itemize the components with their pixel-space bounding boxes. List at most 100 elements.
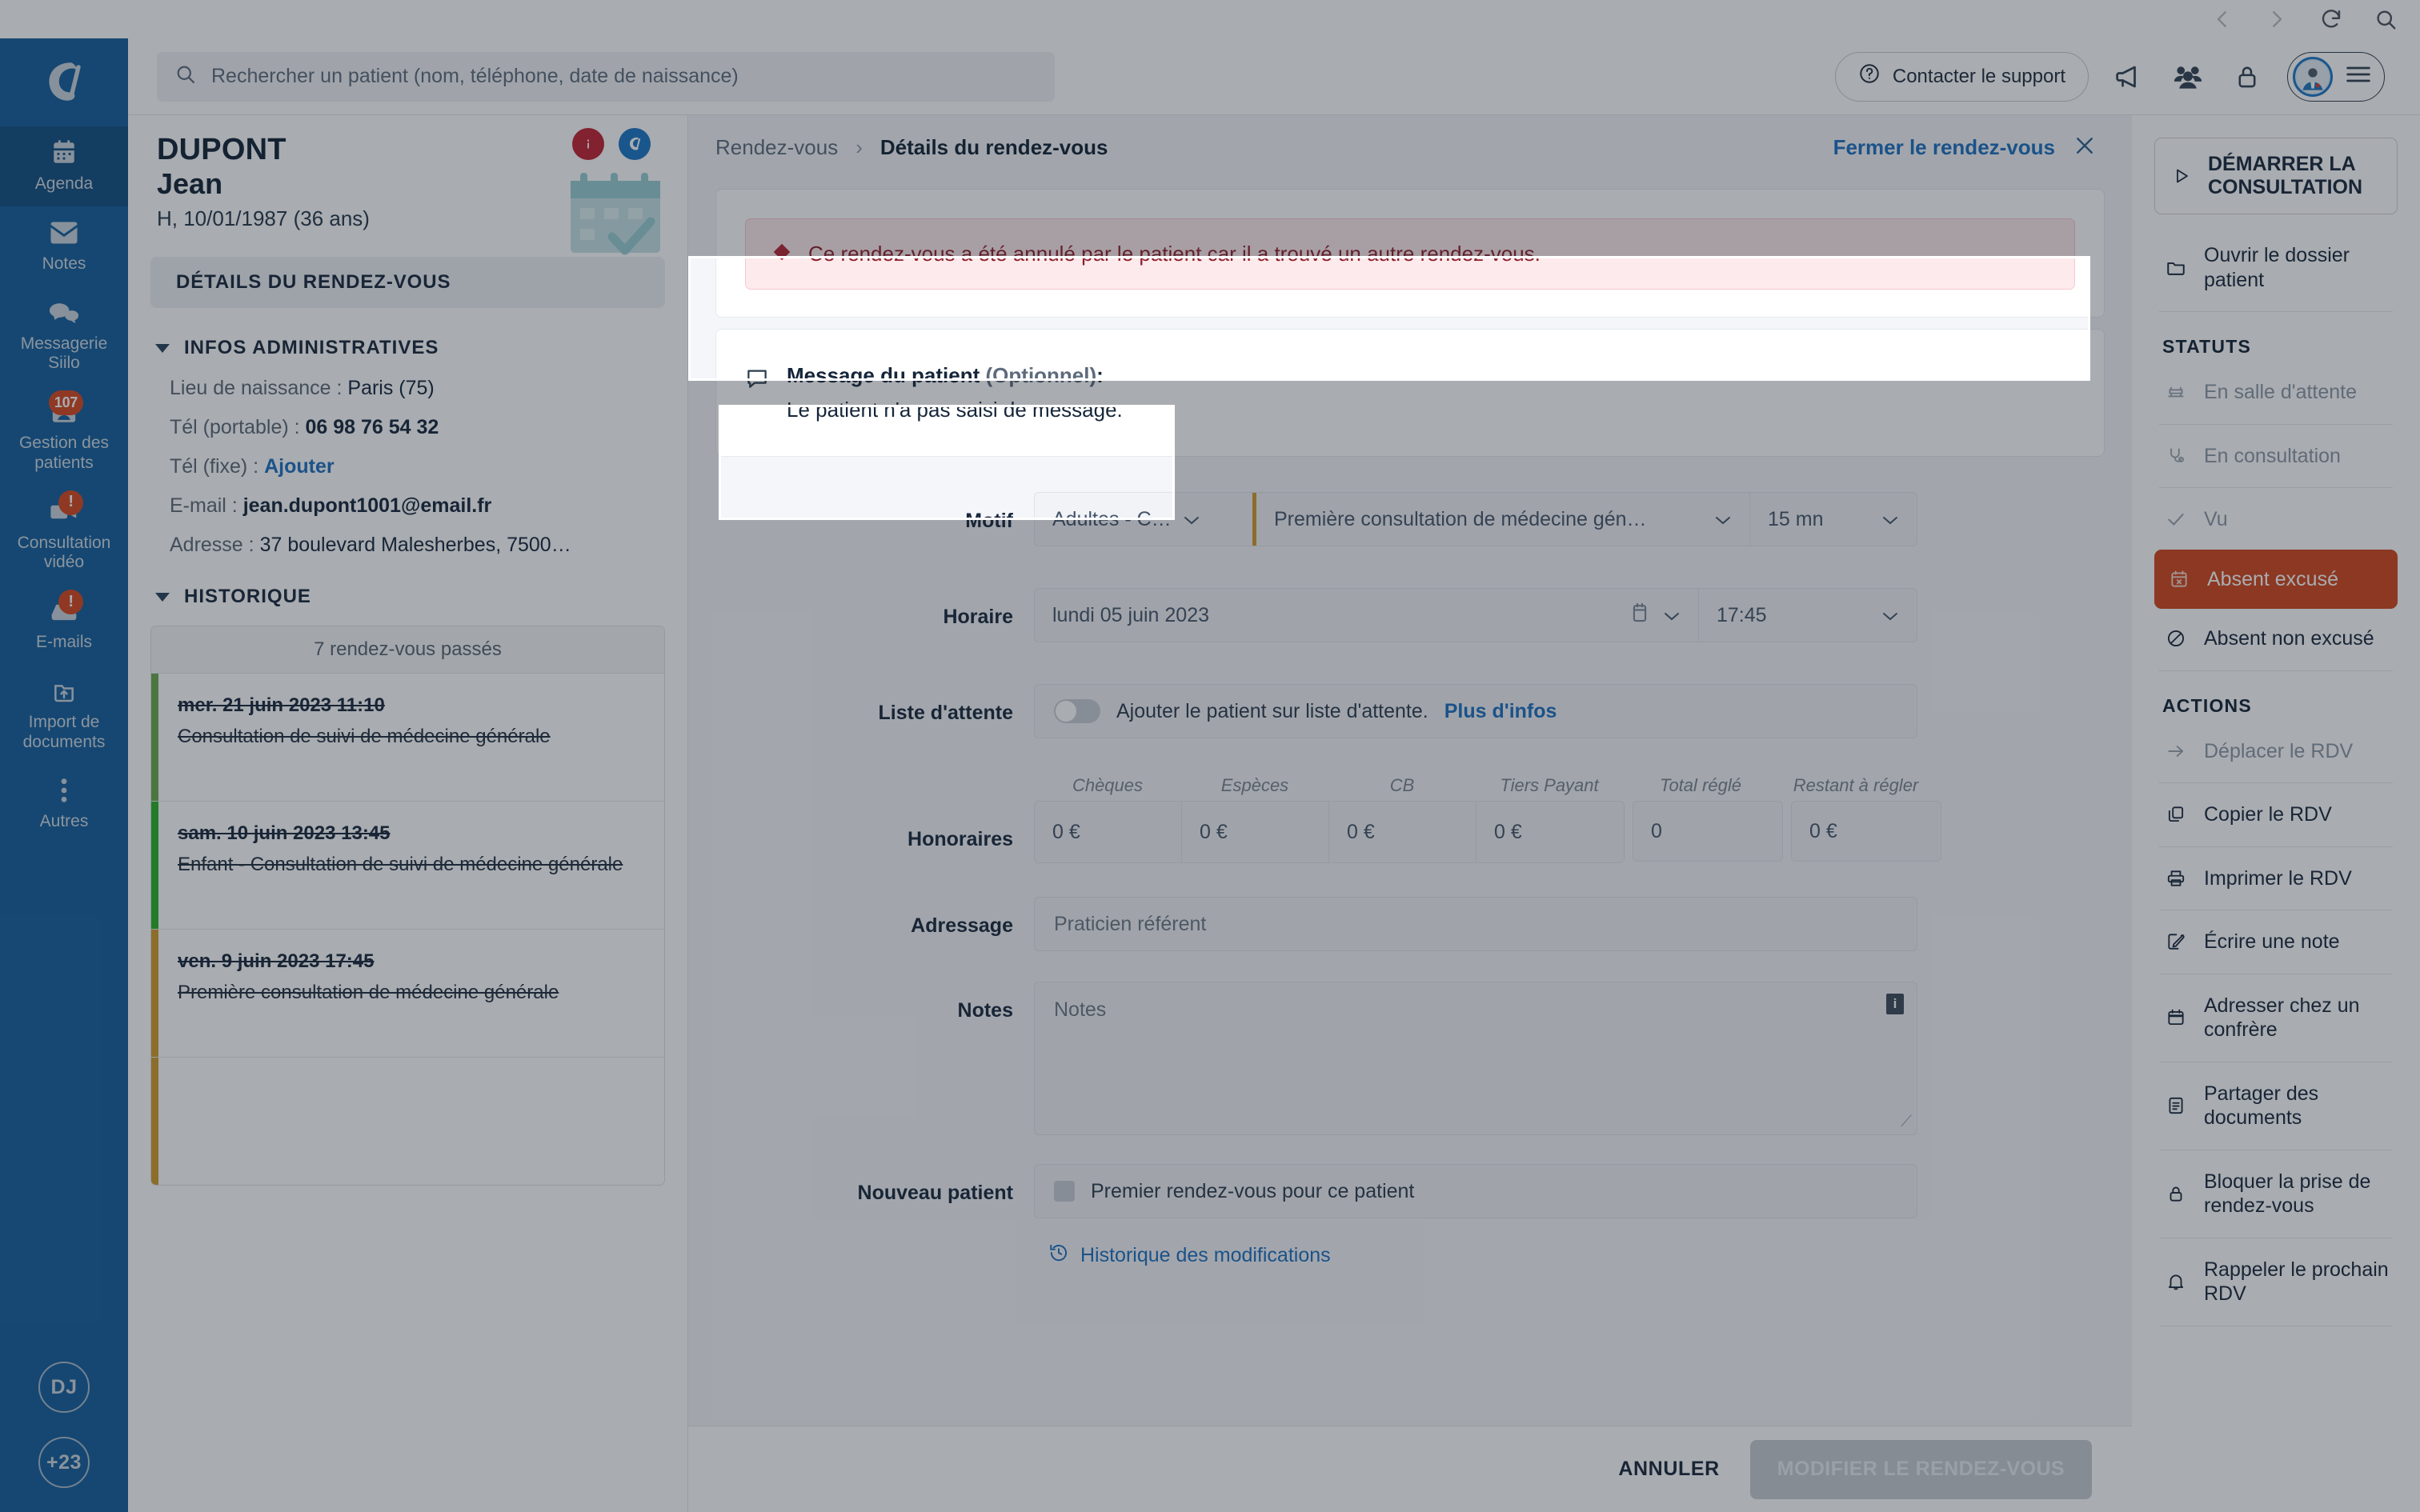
info-icon[interactable]: i: [1886, 994, 1904, 1014]
breadcrumb-parent[interactable]: Rendez-vous: [715, 135, 838, 160]
appointment-history-list: 7 rendez-vous passés mer. 21 juin 2023 1…: [150, 626, 665, 1186]
list-item[interactable]: sam. 10 juin 2023 13:45 Enfant - Consult…: [151, 801, 664, 930]
divider: [2159, 782, 2393, 783]
submit-button[interactable]: MODIFIER LE RENDEZ-VOUS: [1749, 1439, 2092, 1499]
input-especes[interactable]: 0 €: [1182, 802, 1329, 862]
sidebar-badge: !: [58, 490, 83, 515]
history-count-label: 7 rendez-vous passés: [151, 626, 664, 674]
action-bloquer-la-prise-de-rendez-vous[interactable]: Bloquer la prise de rendez-vous: [2154, 1152, 2398, 1236]
sidebar-item-autres[interactable]: Autres: [0, 764, 128, 844]
action-label: Déplacer le RDV: [2204, 739, 2354, 762]
action-label: Copier le RDV: [2204, 803, 2332, 826]
status-en-consultation[interactable]: En consultation: [2154, 426, 2398, 486]
motif-duration-select[interactable]: 15 mn: [1750, 493, 1917, 546]
back-arrow-icon[interactable]: [2209, 6, 2236, 33]
horaire-date-picker[interactable]: lundi 05 juin 2023: [1035, 589, 1698, 642]
history-body: [158, 1058, 197, 1185]
input-restant-a-regler[interactable]: 0 €: [1791, 801, 1941, 862]
sidebar-item-consultation-video[interactable]: ! Consultation vidéo: [0, 486, 128, 586]
input-total-regle[interactable]: 0: [1633, 801, 1783, 862]
avatar: [2293, 56, 2333, 97]
status-vu[interactable]: Vu: [2154, 490, 2398, 550]
patient-message: Message du patient (Optionnel): Le patie…: [745, 363, 2075, 422]
team-icon[interactable]: [2169, 58, 2207, 96]
section-historique[interactable]: HISTORIQUE: [155, 586, 687, 608]
avatar[interactable]: DJ: [38, 1362, 90, 1413]
first-appointment-checkbox[interactable]: [1054, 1181, 1075, 1202]
field-label: Lieu de naissance :: [170, 377, 343, 400]
close-icon[interactable]: [2073, 134, 2097, 162]
patient-message-title-line: Message du patient (Optionnel):: [787, 363, 1123, 388]
profile-menu-button[interactable]: [2287, 51, 2385, 102]
doctolib-chip-icon[interactable]: [619, 128, 651, 160]
sidebar-item-agenda[interactable]: Agenda: [0, 126, 128, 206]
sidebar-item-import-de-documents[interactable]: Import de documents: [0, 665, 128, 765]
calendar-small-icon: [1631, 602, 1649, 629]
action-imprimer-le-rdv[interactable]: Imprimer le RDV: [2154, 849, 2398, 909]
motif-category-select[interactable]: Adultes - C…: [1035, 493, 1252, 546]
action-rappeler-le-prochain-rdv[interactable]: Rappeler le prochain RDV: [2154, 1240, 2398, 1324]
status-color-bar: [151, 930, 158, 1058]
sidebar-item-notes[interactable]: Notes: [0, 206, 128, 286]
check-icon: [2162, 509, 2190, 530]
app-root: Agenda Notes Messagerie Siilo 107 Gestio…: [0, 0, 2420, 1512]
list-item[interactable]: [151, 1057, 664, 1186]
add-phone-link[interactable]: Ajouter: [264, 455, 335, 478]
sidebar-item-messagerie-siilo[interactable]: Messagerie Siilo: [0, 286, 128, 386]
lock-icon[interactable]: [2228, 58, 2266, 96]
megaphone-icon[interactable]: [2109, 58, 2148, 96]
notes-textarea[interactable]: Notes i ⟋: [1034, 982, 1917, 1135]
form-row-honoraires: Honoraires Chèques Espèces CB Tiers Paya…: [688, 775, 2132, 863]
status-absent-non-excuse[interactable]: Absent non excusé: [2154, 609, 2398, 669]
field-label: Tél (portable) :: [170, 416, 300, 439]
section-infos-administratives[interactable]: INFOS ADMINISTRATIVES: [155, 337, 687, 359]
sidebar-rail: Agenda Notes Messagerie Siilo 107 Gestio…: [0, 38, 128, 1512]
form-row-nouveau-patient: Nouveau patient Premier rendez-vous pour…: [688, 1164, 2132, 1218]
field-label: Adresse :: [170, 534, 254, 557]
action-deplacer-le-rdv[interactable]: Déplacer le RDV: [2154, 722, 2398, 782]
adressage-input[interactable]: Praticien référent: [1034, 897, 1917, 951]
resize-handle-icon[interactable]: ⟋: [1901, 1113, 1912, 1131]
no-entry-icon: [2162, 628, 2190, 649]
field-tel-fixe: Tél (fixe) : Ajouter: [170, 455, 687, 478]
label-horaire: Horaire: [943, 606, 1013, 628]
input-cb[interactable]: 0 €: [1329, 802, 1476, 862]
list-item[interactable]: ven. 9 juin 2023 17:45 Première consulta…: [151, 929, 664, 1058]
open-patient-file-button[interactable]: Ouvrir le dossier patient: [2154, 226, 2398, 310]
bell-icon: [2162, 1271, 2190, 1292]
search-input[interactable]: [211, 65, 1037, 88]
status-en-salle-dattente[interactable]: En salle d'attente: [2154, 362, 2398, 422]
input-cheques[interactable]: 0 €: [1035, 802, 1182, 862]
action-ecrire-une-note[interactable]: Écrire une note: [2154, 912, 2398, 972]
modification-history-link[interactable]: Historique des modifications: [1048, 1242, 2132, 1269]
action-copier-le-rdv[interactable]: Copier le RDV: [2154, 785, 2398, 845]
reload-icon[interactable]: [2318, 6, 2345, 33]
motif-reason-select[interactable]: Première consultation de médecine gén…: [1256, 493, 1749, 546]
list-item[interactable]: mer. 21 juin 2023 11:10 Consultation de …: [151, 673, 664, 802]
close-appointment-link[interactable]: Fermer le rendez-vous: [1833, 135, 2055, 160]
contact-support-button[interactable]: Contacter le support: [1834, 51, 2089, 102]
stethoscope-icon: [2162, 446, 2190, 466]
sidebar-item-e-mails[interactable]: ! E-mails: [0, 585, 128, 665]
divider: [2159, 670, 2393, 671]
cancellation-alert-card: Ce rendez-vous a été annulé par le patie…: [715, 189, 2105, 318]
action-adresser-chez-un-confrere[interactable]: Adresser chez un confrère: [2154, 976, 2398, 1060]
start-consultation-button[interactable]: DÉMARRER LA CONSULTATION: [2154, 138, 2398, 214]
sidebar-item-label: Messagerie Siilo: [20, 334, 108, 373]
avatar-overflow-count[interactable]: +23: [38, 1437, 90, 1488]
status-absent-excuse[interactable]: Absent excusé: [2154, 549, 2398, 609]
horaire-time-select[interactable]: 17:45: [1699, 589, 1917, 642]
waitlist-more-info-link[interactable]: Plus d'infos: [1444, 700, 1557, 723]
doctolib-logo[interactable]: [0, 38, 128, 126]
action-partager-des-documents[interactable]: Partager des documents: [2154, 1064, 2398, 1148]
cancel-button[interactable]: ANNULER: [1618, 1458, 1719, 1481]
search-box[interactable]: [157, 51, 1055, 102]
input-tiers-payant[interactable]: 0 €: [1476, 802, 1624, 862]
patient-folder-icon: 107: [46, 390, 83, 428]
forward-arrow-icon[interactable]: [2263, 6, 2290, 33]
info-chip-icon[interactable]: [572, 128, 604, 160]
field-label: E-mail :: [170, 494, 238, 518]
waitlist-toggle[interactable]: [1054, 699, 1100, 723]
search-icon[interactable]: [2372, 6, 2399, 33]
sidebar-item-gestion-des-patients[interactable]: 107 Gestion des patients: [0, 386, 128, 486]
